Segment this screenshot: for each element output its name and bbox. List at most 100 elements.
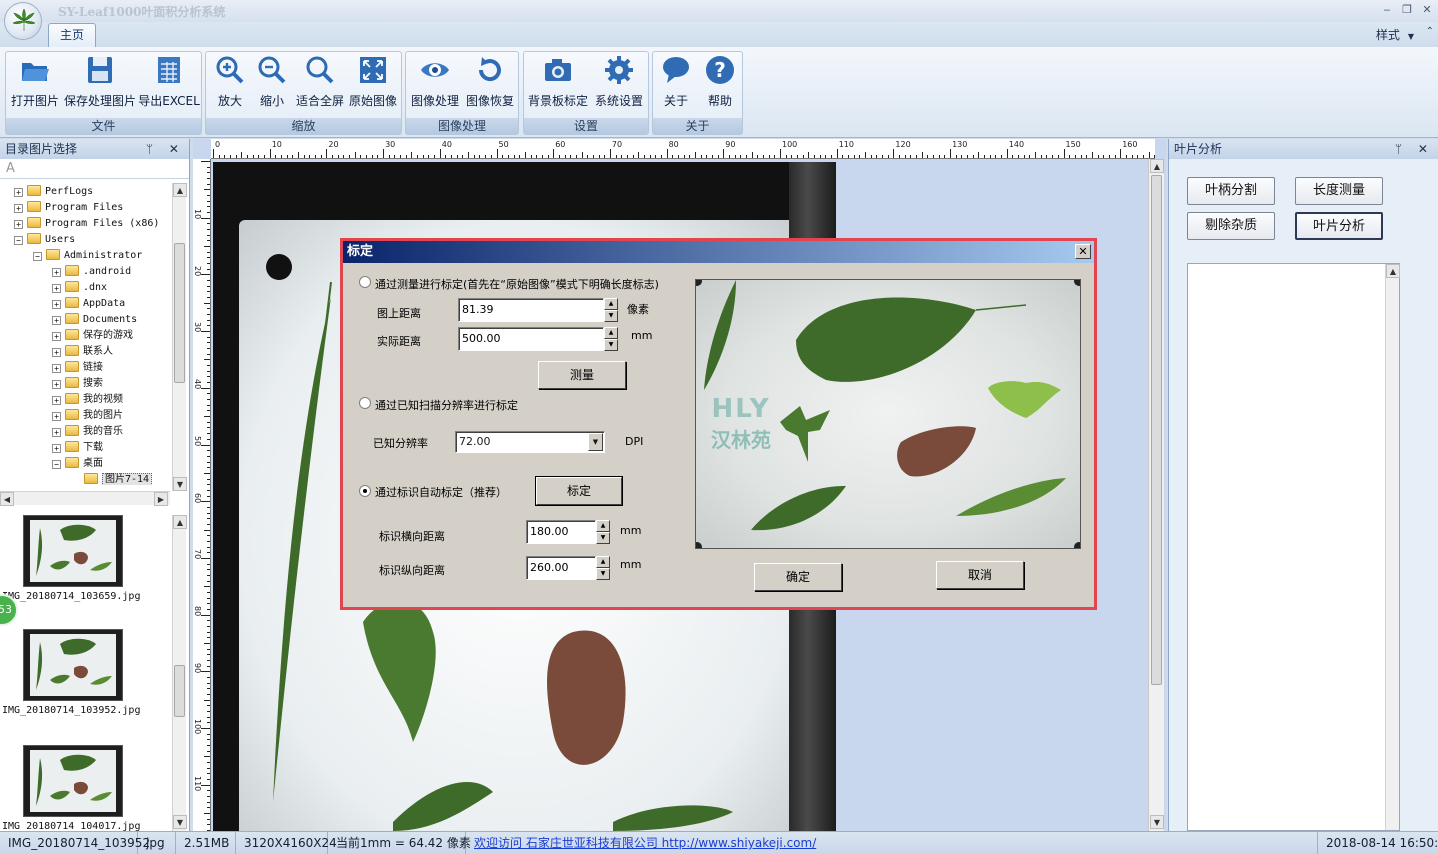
restore-icon[interactable]: ❐ bbox=[1400, 3, 1414, 17]
measure-button[interactable]: 测量 bbox=[538, 361, 626, 389]
thumbnail-scrollbar[interactable]: ▲ ▼ bbox=[172, 515, 187, 831]
scroll-up-icon[interactable]: ▲ bbox=[173, 515, 187, 529]
tree-item[interactable]: + 保存的游戏 bbox=[52, 328, 133, 344]
scroll-right-icon[interactable]: ▶ bbox=[154, 492, 168, 506]
tree-item[interactable]: + PerfLogs bbox=[14, 184, 93, 200]
spin-down-icon[interactable]: ▼ bbox=[596, 568, 610, 580]
tree-item[interactable]: + AppData bbox=[52, 296, 125, 312]
tree-item[interactable]: + 联系人 bbox=[52, 344, 113, 360]
scroll-down-icon[interactable]: ▼ bbox=[1150, 815, 1164, 829]
tree-item[interactable]: − Users bbox=[14, 232, 75, 248]
expand-icon[interactable]: + bbox=[52, 268, 61, 277]
expand-icon[interactable]: + bbox=[52, 396, 61, 405]
expand-icon[interactable]: + bbox=[14, 204, 23, 213]
spin-down-icon[interactable]: ▼ bbox=[604, 339, 618, 351]
scroll-thumb[interactable] bbox=[174, 243, 185, 383]
spin-down-icon[interactable]: ▼ bbox=[604, 310, 618, 322]
tree-hscrollbar[interactable]: ◀ ▶ bbox=[0, 491, 170, 506]
expand-icon[interactable]: + bbox=[14, 188, 23, 197]
collapse-icon[interactable]: − bbox=[52, 460, 61, 469]
image-process-button[interactable]: 图像处理 bbox=[408, 54, 462, 114]
dialog-close-icon[interactable]: ✕ bbox=[1075, 244, 1091, 259]
spin-up-icon[interactable]: ▲ bbox=[596, 520, 610, 532]
expand-icon[interactable]: + bbox=[52, 316, 61, 325]
about-button[interactable]: 关于 bbox=[655, 54, 697, 114]
vertical-distance-spinner[interactable]: ▲ ▼ bbox=[596, 556, 610, 580]
tree-item[interactable]: + Documents bbox=[52, 312, 137, 328]
leaf-analysis-button[interactable]: 叶片分析 bbox=[1295, 212, 1383, 240]
calibrate-button[interactable]: 标定 bbox=[535, 476, 623, 506]
thumbnail-image[interactable] bbox=[23, 745, 123, 817]
help-button[interactable]: ? 帮助 bbox=[699, 54, 741, 114]
tree-item[interactable]: + 我的音乐 bbox=[52, 424, 123, 440]
collapse-icon[interactable]: − bbox=[33, 252, 42, 261]
tree-item[interactable]: + 我的图片 bbox=[52, 408, 123, 424]
results-scrollbar[interactable]: ▲ bbox=[1385, 264, 1400, 830]
thumbnail-image[interactable] bbox=[23, 629, 123, 701]
tree-scrollbar[interactable]: ▲ ▼ bbox=[172, 183, 187, 491]
tree-item[interactable]: − 桌面 bbox=[52, 456, 103, 472]
expand-icon[interactable]: + bbox=[52, 428, 61, 437]
scroll-up-icon[interactable]: ▲ bbox=[173, 183, 187, 197]
viewer-scrollbar[interactable]: ▲ ▼ bbox=[1148, 159, 1164, 831]
spin-up-icon[interactable]: ▲ bbox=[604, 327, 618, 339]
open-image-button[interactable]: 打开图片 bbox=[8, 54, 62, 114]
minimize-icon[interactable]: ‒ bbox=[1380, 3, 1394, 17]
tree-item[interactable]: − Administrator bbox=[33, 248, 142, 264]
app-logo-icon[interactable] bbox=[4, 2, 42, 40]
original-image-button[interactable]: 原始图像 bbox=[347, 54, 399, 114]
real-distance-input[interactable]: 500.00 bbox=[458, 327, 604, 351]
system-settings-button[interactable]: 系统设置 bbox=[591, 54, 647, 114]
image-distance-input[interactable]: 81.39 bbox=[458, 298, 604, 322]
style-menu[interactable]: 样式 ▼ bbox=[1376, 26, 1414, 43]
radio-dpi-calibrate[interactable] bbox=[359, 397, 371, 409]
expand-icon[interactable]: + bbox=[52, 348, 61, 357]
scroll-left-icon[interactable]: ◀ bbox=[0, 492, 14, 506]
ok-button[interactable]: 确定 bbox=[754, 563, 842, 591]
status-website-link[interactable]: 欢迎访问 石家庄世亚科技有限公司 http://www.shiyakeji.co… bbox=[466, 832, 1318, 854]
tree-item[interactable]: + .dnx bbox=[52, 280, 107, 296]
fit-screen-button[interactable]: 适合全屏 bbox=[294, 54, 346, 114]
horizontal-distance-spinner[interactable]: ▲ ▼ bbox=[596, 520, 610, 544]
website-link-text[interactable]: 欢迎访问 石家庄世亚科技有限公司 http://www.shiyakeji.co… bbox=[474, 836, 816, 850]
close-icon[interactable]: ✕ bbox=[1420, 3, 1434, 17]
collapse-icon[interactable]: − bbox=[14, 236, 23, 245]
scroll-up-icon[interactable]: ▲ bbox=[1150, 159, 1164, 173]
cancel-button[interactable]: 取消 bbox=[936, 561, 1024, 589]
address-box[interactable]: A bbox=[0, 159, 189, 179]
expand-icon[interactable]: + bbox=[52, 380, 61, 389]
tree-item[interactable]: + 搜索 bbox=[52, 376, 103, 392]
tree-item[interactable]: 图片7-14 bbox=[71, 472, 153, 485]
vertical-distance-input[interactable]: 260.00 bbox=[526, 556, 596, 580]
thumbnail-filename[interactable]: IMG_20180714_104017.jpg bbox=[2, 821, 140, 831]
scroll-down-icon[interactable]: ▼ bbox=[173, 477, 187, 491]
export-excel-button[interactable]: 导出EXCEL bbox=[138, 54, 200, 114]
pin-close-icon[interactable]: ᛘ ✕ bbox=[1395, 139, 1434, 159]
expand-icon[interactable]: + bbox=[52, 412, 61, 421]
tree-item[interactable]: + Program Files (x86) bbox=[14, 216, 159, 232]
thumbnail-image[interactable] bbox=[23, 515, 123, 587]
expand-icon[interactable]: + bbox=[52, 300, 61, 309]
scroll-up-icon[interactable]: ▲ bbox=[1386, 264, 1400, 278]
length-measure-button[interactable]: 长度测量 bbox=[1295, 177, 1383, 205]
background-calibrate-button[interactable]: 背景板标定 bbox=[526, 54, 590, 114]
expand-icon[interactable]: + bbox=[52, 332, 61, 341]
radio-measure-calibrate[interactable] bbox=[359, 276, 371, 288]
scroll-down-icon[interactable]: ▼ bbox=[173, 815, 187, 829]
petiole-split-button[interactable]: 叶柄分割 bbox=[1187, 177, 1275, 205]
tree-item[interactable]: + 我的视频 bbox=[52, 392, 123, 408]
spin-down-icon[interactable]: ▼ bbox=[596, 532, 610, 544]
tab-home[interactable]: 主页 bbox=[48, 23, 96, 47]
scroll-thumb[interactable] bbox=[1151, 175, 1162, 685]
save-image-button[interactable]: 保存处理图片 bbox=[63, 54, 137, 114]
expand-icon[interactable]: + bbox=[52, 444, 61, 453]
real-distance-spinner[interactable]: ▲ ▼ bbox=[604, 327, 618, 351]
image-distance-spinner[interactable]: ▲ ▼ bbox=[604, 298, 618, 322]
tree-item[interactable]: + Program Files bbox=[14, 200, 123, 216]
remove-impurities-button[interactable]: 剔除杂质 bbox=[1187, 212, 1275, 240]
analysis-results-box[interactable]: ▲ bbox=[1187, 263, 1400, 831]
zoom-in-button[interactable]: 放大 bbox=[210, 54, 250, 114]
chevron-down-icon[interactable]: ▼ bbox=[588, 433, 603, 451]
image-restore-button[interactable]: 图像恢复 bbox=[463, 54, 517, 114]
spin-up-icon[interactable]: ▲ bbox=[596, 556, 610, 568]
